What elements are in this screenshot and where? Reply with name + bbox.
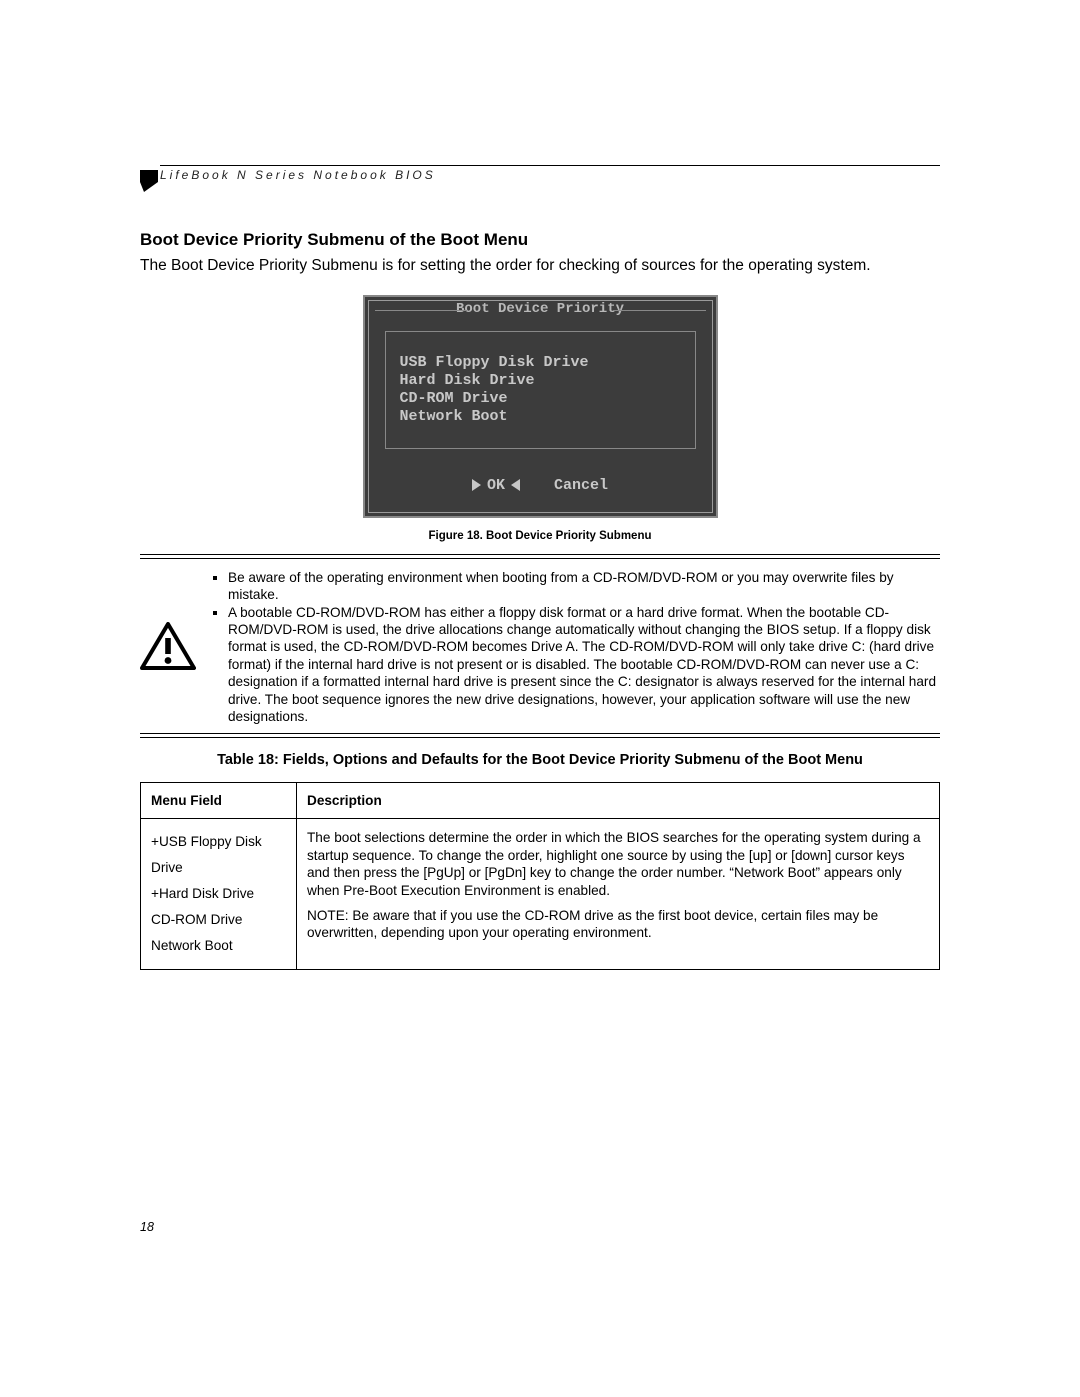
running-title: LifeBook N Series Notebook BIOS [160, 168, 436, 182]
bios-item: Hard Disk Drive [400, 372, 681, 390]
bios-item: CD-ROM Drive [400, 390, 681, 408]
figure-caption: Figure 18. Boot Device Priority Submenu [140, 530, 940, 542]
col-menu-field: Menu Field [141, 783, 297, 819]
page-number: 18 [140, 1220, 940, 1234]
bios-window-title: Boot Device Priority [375, 301, 706, 317]
warning-text: Be aware of the operating environment wh… [212, 569, 940, 726]
triangle-left-icon [511, 479, 520, 491]
divider [140, 554, 940, 559]
bios-item: Network Boot [400, 408, 681, 426]
bios-cancel-button[interactable]: Cancel [554, 477, 608, 494]
header-marker-icon [140, 170, 160, 190]
menu-field-cell: +USB Floppy Disk Drive +Hard Disk Drive … [141, 819, 297, 969]
col-description: Description [297, 783, 940, 819]
triangle-right-icon [472, 479, 481, 491]
bios-cancel-label: Cancel [554, 477, 608, 494]
table-row: +USB Floppy Disk Drive +Hard Disk Drive … [141, 819, 940, 969]
bios-screenshot: Boot Device Priority USB Floppy Disk Dri… [363, 295, 718, 518]
bios-device-list: USB Floppy Disk Drive Hard Disk Drive CD… [385, 331, 696, 449]
warning-bullet: A bootable CD-ROM/DVD-ROM has either a f… [228, 604, 940, 726]
fields-table: Menu Field Description +USB Floppy Disk … [140, 782, 940, 969]
section-heading: Boot Device Priority Submenu of the Boot… [140, 230, 940, 250]
bios-ok-button[interactable]: OK [472, 477, 520, 494]
section-lead: The Boot Device Priority Submenu is for … [140, 256, 940, 277]
table-title: Table 18: Fields, Options and Defaults f… [140, 752, 940, 768]
bios-ok-label: OK [487, 477, 505, 494]
warning-bullet: Be aware of the operating environment wh… [228, 569, 940, 604]
bios-item: USB Floppy Disk Drive [400, 354, 681, 372]
divider [140, 733, 940, 738]
description-cell: The boot selections determine the order … [297, 819, 940, 969]
warning-icon [140, 622, 196, 672]
